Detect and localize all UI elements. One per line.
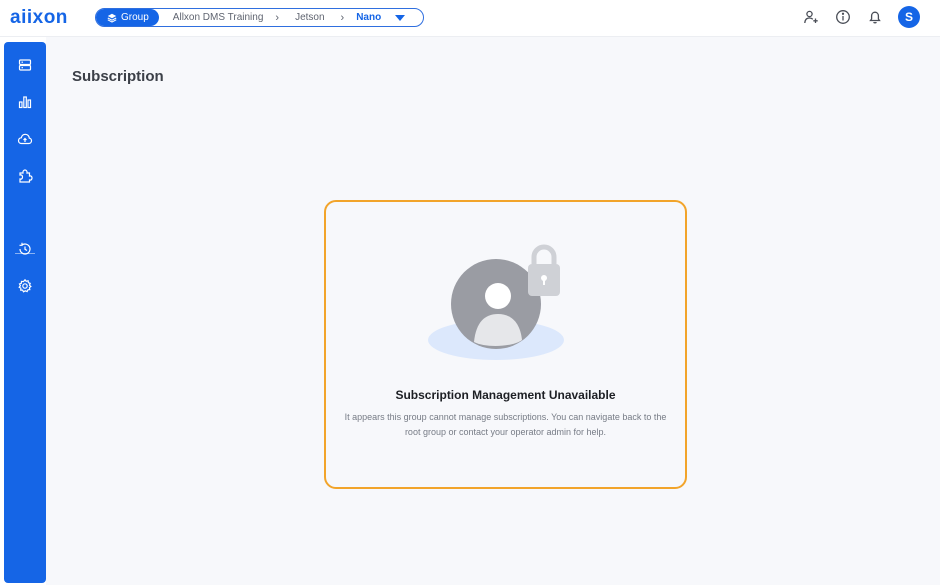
top-bar: aiixon Group Allxon DMS Training › Jetso… (0, 0, 940, 37)
sidebar (4, 42, 46, 583)
breadcrumb-item-jetson[interactable]: Jetson (283, 12, 330, 23)
cloud-upload-icon[interactable] (16, 130, 34, 148)
user-avatar[interactable]: S (898, 6, 920, 28)
breadcrumb-item-nano[interactable]: Nano (344, 12, 385, 23)
gear-icon[interactable] (16, 277, 34, 295)
breadcrumb: Group Allxon DMS Training › Jetson › Nan… (95, 8, 424, 27)
devices-icon[interactable] (16, 56, 34, 74)
breadcrumb-group-label: Group (121, 12, 149, 23)
page-title: Subscription (72, 68, 164, 85)
app-logo[interactable]: aiixon (10, 7, 68, 29)
breadcrumb-item-allxon-dms-training[interactable]: Allxon DMS Training (159, 12, 270, 23)
main-content: Subscription Subscription Management Una… (46, 37, 940, 585)
dashboard-icon[interactable] (16, 93, 34, 111)
empty-state-title: Subscription Management Unavailable (395, 388, 616, 402)
layers-icon (107, 13, 117, 23)
locked-user-illustration-icon (428, 244, 564, 360)
chevron-right-icon: › (275, 11, 280, 24)
top-actions: S (802, 6, 920, 28)
chevron-right-icon: › (340, 11, 345, 24)
empty-state-card: Subscription Management Unavailable It a… (324, 200, 687, 489)
caret-down-icon[interactable] (395, 14, 406, 21)
puzzle-icon[interactable] (16, 167, 34, 185)
history-icon[interactable] (16, 240, 34, 258)
bell-icon[interactable] (866, 8, 884, 26)
add-user-icon[interactable] (802, 8, 820, 26)
breadcrumb-group-button[interactable]: Group (96, 9, 159, 26)
empty-state-description: It appears this group cannot manage subs… (344, 412, 667, 437)
info-icon[interactable] (834, 8, 852, 26)
